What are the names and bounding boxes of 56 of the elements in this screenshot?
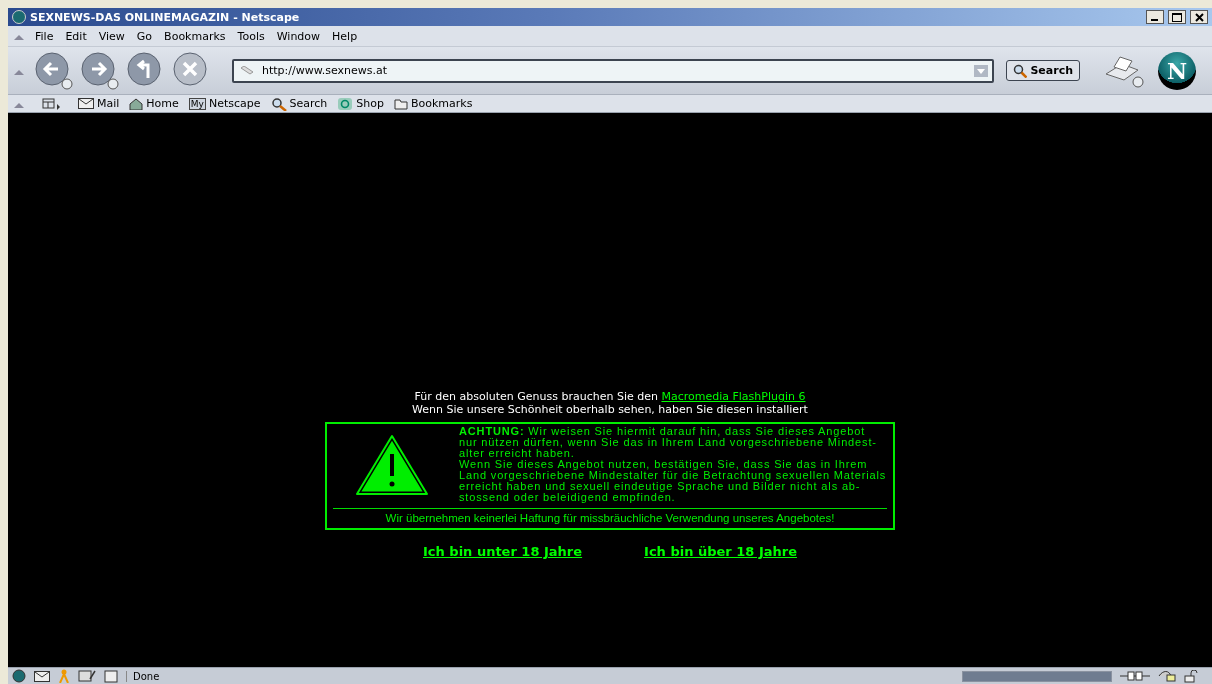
link-label: Search (289, 97, 328, 110)
status-text: Done (126, 670, 954, 682)
toolbar-link[interactable]: Search (268, 96, 330, 111)
menu-item[interactable]: Window (271, 27, 326, 45)
app-icon[interactable] (12, 669, 26, 683)
link-label: Shop (356, 97, 384, 110)
link-label: Bookmarks (411, 97, 473, 110)
menu-item[interactable]: File (30, 27, 59, 45)
menu-item[interactable]: Help (327, 27, 363, 45)
link-label: Home (146, 97, 179, 110)
install-text: Wenn Sie unsere Schönheit oberhalb sehen, haben Sie diesen installiert (412, 403, 808, 416)
link-label: Mail (97, 97, 120, 110)
folder-icon (394, 97, 408, 110)
padlock-icon (1184, 669, 1198, 683)
pin-icon (240, 65, 254, 76)
toolbar-link[interactable]: Bookmarks (392, 97, 475, 110)
menu-item[interactable]: Bookmarks (159, 27, 231, 45)
maximize-button[interactable] (1168, 10, 1186, 24)
mail-icon (78, 98, 94, 109)
search-button[interactable]: Search (1006, 60, 1080, 81)
window-title: SEXNEWS-DAS ONLINEMAGAZIN - Netscape (30, 10, 301, 24)
close-icon (1194, 12, 1204, 22)
menu-item[interactable]: Tools (232, 27, 270, 45)
tab-icon[interactable] (42, 97, 62, 110)
toolbar-link[interactable]: My Netscape (186, 97, 263, 110)
house-icon (129, 97, 144, 110)
forward-button[interactable] (80, 50, 120, 91)
my-badge: My (188, 97, 206, 110)
grip-icon[interactable] (14, 32, 24, 40)
mail-icon[interactable] (34, 670, 50, 682)
address-book-icon[interactable] (104, 669, 118, 683)
minimize-button[interactable] (1146, 10, 1164, 24)
toolbar-link[interactable]: Mail (76, 97, 122, 110)
maximize-icon (1172, 12, 1182, 22)
back-button[interactable] (34, 50, 74, 91)
composer-icon[interactable] (78, 670, 96, 682)
close-button[interactable] (1190, 10, 1208, 24)
toolbar-link[interactable]: Shop (335, 96, 386, 111)
search-icon (270, 96, 287, 111)
age-link[interactable]: Ich bin über 18 Jahre (644, 544, 797, 559)
shop-icon (337, 96, 354, 111)
plugin-link[interactable]: Macromedia FlashPlugin 6 (661, 390, 806, 403)
warning-text: ACHTUNG: Wir weisen Sie hiermit darauf hin, dass Sie dieses Angebot nur nützen dürfen, wenn Sie das in Ihrem Land vorgeschriebene Mindest- alter erreicht haben. Wenn Sie dieses Angebot nutzen, bestätigen Sie, dass Sie das in Ihrem Land vorgeschriebene Mindestalter für die Betrachtung sexuellen Materials erreicht haben und sexuell eindeutige Sprache und Bilder nicht als ab- stossend oder beleidigend empfinden. (459, 426, 887, 503)
menu-item[interactable]: Go (131, 27, 158, 45)
age-link[interactable]: Ich bin unter 18 Jahre (423, 544, 583, 559)
menu-item[interactable]: Edit (60, 27, 92, 45)
plugin-text: Für den absoluten Genuss brauchen Sie den Macromedia FlashPlugin 6 (414, 390, 806, 403)
disclaimer-text: Wir übernehmen keinerlei Haftung für missbräuchliche Verwendung unseres Angebotes! (384, 511, 836, 524)
menu-item[interactable]: View (93, 27, 130, 45)
toolbar-link[interactable]: Home (127, 97, 181, 110)
url-field[interactable]: http://www.sexnews.at (232, 58, 995, 83)
app-icon (12, 10, 26, 24)
plug-icon (1120, 671, 1150, 681)
netscape-logo[interactable]: N (1158, 51, 1196, 90)
link-label: Netscape (208, 97, 261, 110)
search-icon (1013, 63, 1028, 78)
